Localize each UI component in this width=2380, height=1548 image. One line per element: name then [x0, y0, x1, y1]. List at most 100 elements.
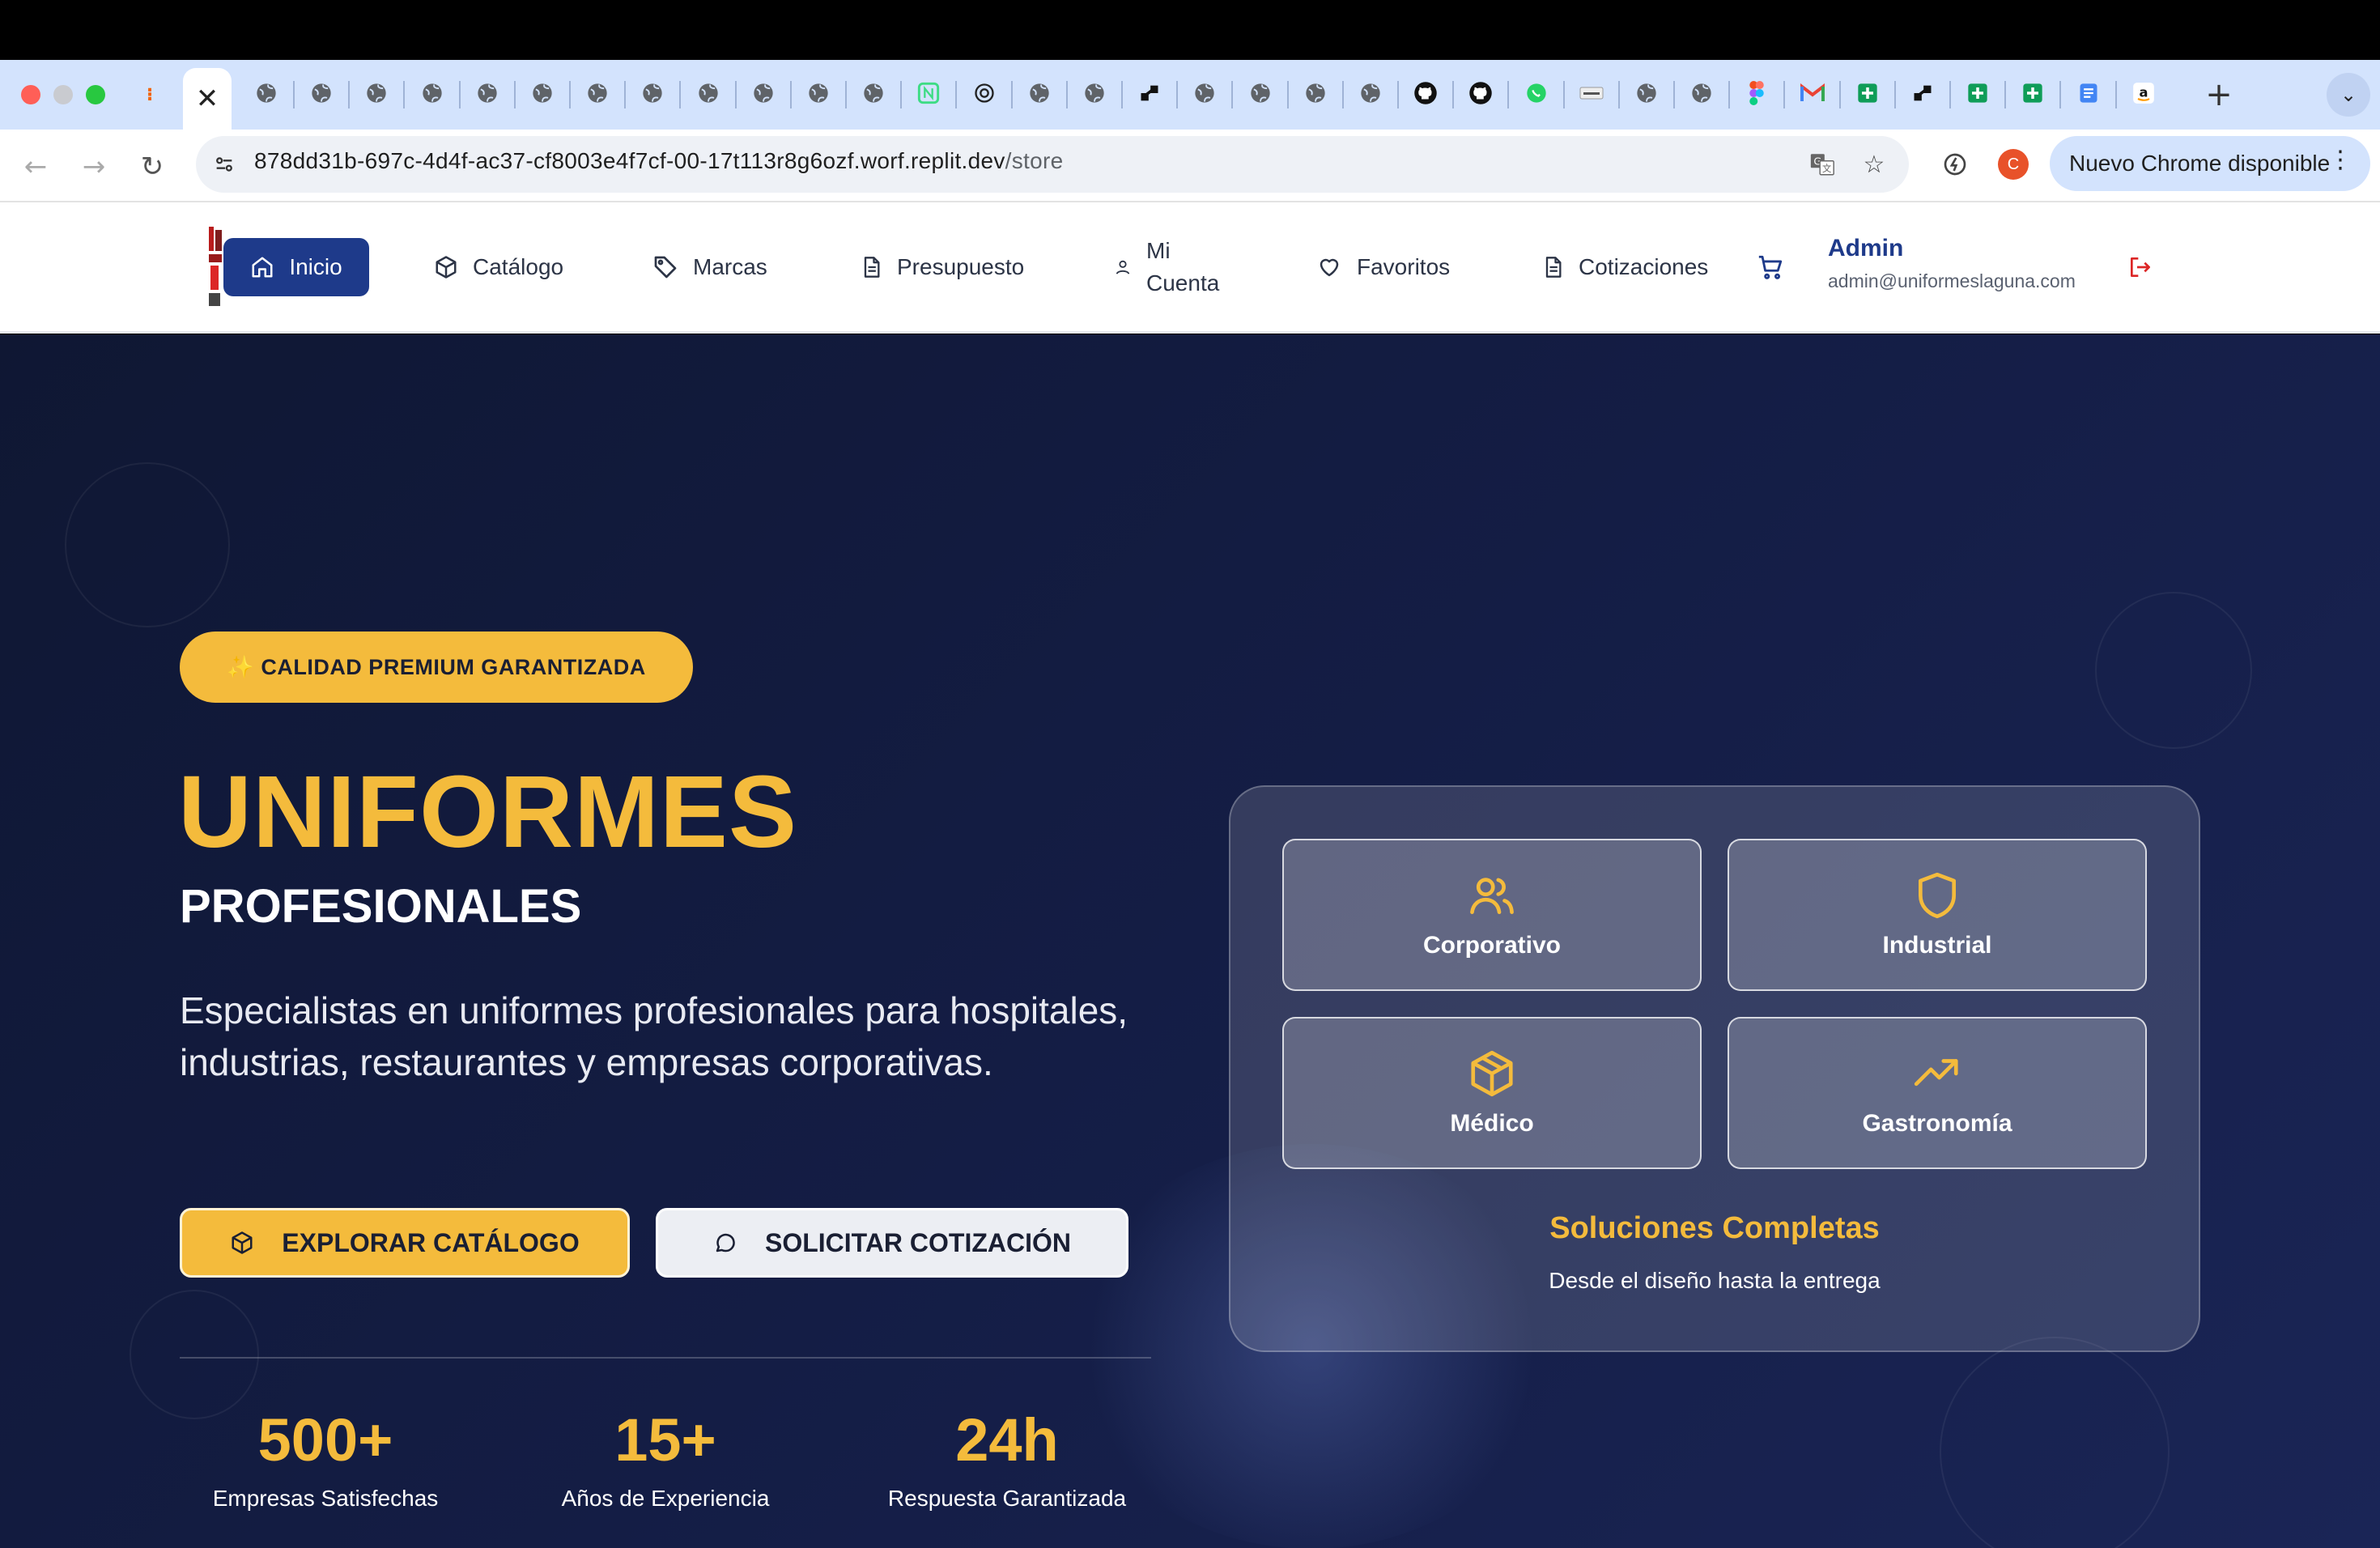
slash-icon — [1911, 82, 1934, 108]
tab-search-chevron-icon[interactable]: ⌄ — [2327, 73, 2370, 117]
tile-industrial[interactable]: Industrial — [1728, 839, 2147, 991]
browser-tab[interactable] — [407, 73, 457, 117]
user-info[interactable]: Admin admin@uniformeslaguna.com — [1828, 235, 2076, 292]
browser-tab[interactable] — [793, 73, 844, 117]
browser-tab[interactable] — [627, 73, 678, 117]
tile-gastronomia[interactable]: Gastronomía — [1728, 1017, 2147, 1169]
profile-avatar[interactable]: C — [1998, 149, 2029, 180]
tab-separator — [1949, 81, 1951, 108]
explore-catalog-button[interactable]: EXPLORAR CATÁLOGO — [180, 1208, 630, 1278]
tab-separator — [1397, 81, 1399, 108]
nav-catalogo[interactable]: Catálogo — [434, 238, 563, 296]
replit-favicon-icon: ⁝ — [146, 84, 154, 105]
bookmark-star-icon[interactable]: ☆ — [1855, 146, 1893, 183]
tile-medico[interactable]: Médico — [1282, 1017, 1702, 1169]
forward-arrow-icon[interactable]: → — [71, 144, 117, 189]
chrome-update-button[interactable]: Nuevo Chrome disponible ⋮ — [2050, 136, 2370, 191]
nav-cotizaciones[interactable]: Cotizaciones — [1541, 238, 1708, 296]
tab-separator — [348, 81, 351, 108]
browser-tab[interactable] — [1235, 73, 1286, 117]
browser-tab[interactable] — [1842, 73, 1893, 117]
svg-text:文: 文 — [1822, 163, 1831, 174]
browser-tab[interactable] — [1787, 73, 1838, 117]
minimize-window-button[interactable] — [53, 85, 73, 104]
tab-separator — [1176, 81, 1179, 108]
new-tab-button[interactable]: + — [2199, 74, 2239, 115]
browser-tab[interactable]: ⁝ — [125, 73, 175, 117]
browser-tab[interactable] — [462, 73, 512, 117]
browser-tab[interactable] — [1953, 73, 2003, 117]
tab-separator — [1341, 81, 1344, 108]
browser-tab[interactable] — [683, 73, 733, 117]
browser-tab[interactable] — [241, 73, 291, 117]
globe-icon — [310, 82, 333, 108]
tab-separator — [1893, 81, 1896, 108]
nav-favoritos[interactable]: Favoritos — [1316, 238, 1450, 296]
browser-tab[interactable] — [1345, 73, 1396, 117]
nav-marcas[interactable]: Marcas — [652, 238, 767, 296]
browser-tab[interactable] — [1511, 73, 1562, 117]
browser-tab[interactable] — [903, 73, 954, 117]
browser-tab[interactable] — [296, 73, 346, 117]
tab-separator — [1452, 81, 1455, 108]
globe-icon — [1193, 82, 1216, 108]
browser-tab[interactable] — [848, 73, 899, 117]
tile-corporativo[interactable]: Corporativo — [1282, 839, 1702, 991]
browser-tab[interactable] — [1069, 73, 1120, 117]
reload-icon[interactable]: ↻ — [130, 144, 175, 189]
globe-icon — [1304, 82, 1327, 108]
cart-button[interactable] — [1757, 238, 1784, 296]
browser-tab[interactable]: a — [2119, 73, 2169, 117]
translate-icon[interactable]: G文 — [1804, 146, 1841, 183]
browser-tab[interactable] — [1179, 73, 1230, 117]
globe-icon — [1028, 82, 1051, 108]
globe-icon — [641, 82, 664, 108]
browser-tab[interactable] — [1621, 73, 1672, 117]
stat-label: Empresas Satisfechas — [212, 1486, 439, 1511]
browser-tab[interactable] — [1566, 73, 1617, 117]
zoom-window-button[interactable] — [86, 85, 105, 104]
decorative-circle — [1940, 1337, 2170, 1548]
browser-tab[interactable] — [2063, 73, 2114, 117]
browser-tab[interactable] — [351, 73, 402, 117]
browser-tab[interactable] — [517, 73, 567, 117]
browser-tab[interactable] — [572, 73, 623, 117]
nav-mi-cuenta-line2: Cuenta — [1146, 270, 1220, 296]
home-icon — [252, 257, 273, 278]
close-window-button[interactable] — [21, 85, 40, 104]
globe-icon — [807, 82, 830, 108]
site-info-icon[interactable] — [206, 146, 243, 183]
extension-icon[interactable] — [1936, 146, 1974, 183]
hero-description: Especialistas en uniformes profesionales… — [180, 989, 1128, 1083]
browser-tab[interactable] — [1400, 73, 1451, 117]
browser-tab[interactable] — [738, 73, 788, 117]
browser-tab[interactable] — [1677, 73, 1727, 117]
hero-title: UNIFORMES — [178, 755, 797, 869]
github-icon — [1468, 81, 1493, 109]
browser-tab[interactable] — [1124, 73, 1175, 117]
solutions-subtitle: Desde el diseño hasta la entrega — [1549, 1268, 1881, 1293]
nav-presupuesto[interactable]: Presupuesto — [860, 238, 1024, 296]
back-arrow-icon[interactable]: ← — [13, 144, 58, 189]
tile-label: Gastronomía — [1862, 1110, 2012, 1137]
browser-tab[interactable] — [959, 73, 1009, 117]
svg-text:a: a — [2139, 84, 2148, 100]
browser-tab[interactable] — [1290, 73, 1341, 117]
url-text[interactable]: 878dd31b-697c-4d4f-ac37-cf8003e4f7cf-00-… — [254, 148, 1064, 174]
logout-button[interactable] — [2127, 238, 2153, 296]
request-quote-button[interactable]: SOLICITAR COTIZACIÓN — [656, 1208, 1128, 1278]
stat-response: 24h Respuesta Garantizada — [837, 1406, 1177, 1512]
active-tab[interactable]: ✕ — [183, 68, 232, 130]
browser-tab[interactable] — [1898, 73, 1948, 117]
globe-icon — [586, 82, 609, 108]
browser-tab[interactable] — [1732, 73, 1782, 117]
nav-mi-cuenta[interactable]: Mi Cuenta — [1114, 232, 1219, 303]
browser-tab[interactable] — [1456, 73, 1506, 117]
nav-inicio[interactable]: Inicio — [223, 238, 369, 296]
browser-tab[interactable] — [1014, 73, 1065, 117]
user-email: admin@uniformeslaguna.com — [1828, 270, 2076, 291]
close-tab-icon[interactable]: ✕ — [196, 83, 219, 115]
more-menu-icon[interactable]: ⋮ — [2328, 146, 2352, 174]
browser-tab[interactable] — [2008, 73, 2058, 117]
github-icon — [1413, 81, 1438, 109]
